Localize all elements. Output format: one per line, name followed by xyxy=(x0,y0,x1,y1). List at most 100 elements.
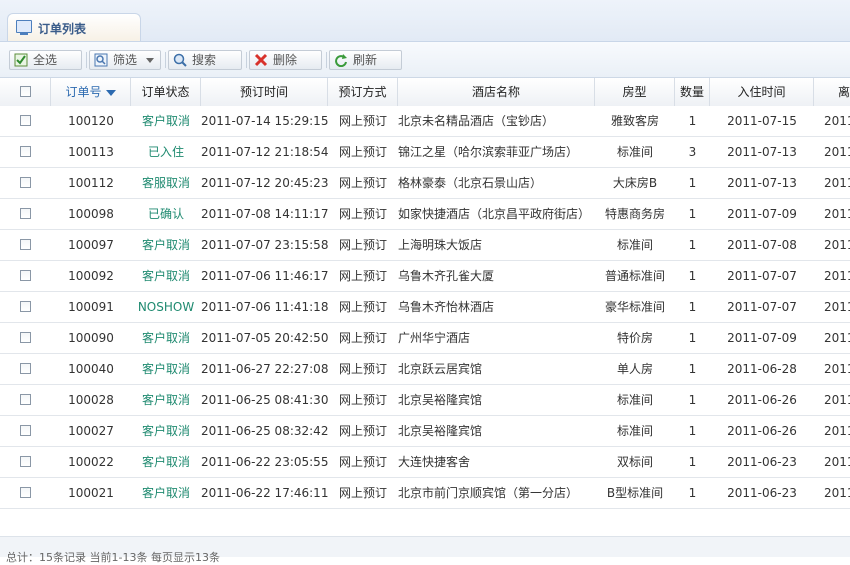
cell-room: 雅致客房 xyxy=(610,114,659,128)
table-row[interactable]: 100028 客户取消 2011-06-25 08:41:30 网上预订 北京吴裕隆宾馆… xyxy=(0,385,850,416)
row-checkbox[interactable] xyxy=(20,208,31,219)
refresh-button[interactable]: 刷新 xyxy=(329,50,402,70)
cell-hotel: 乌鲁木齐怡林酒店 xyxy=(398,300,495,314)
cell-room: 单人房 xyxy=(616,362,653,376)
table-row[interactable]: 100021 客户取消 2011-06-22 17:46:11 网上预订 北京市前门京顺… xyxy=(0,478,850,509)
select-all-checkbox[interactable] xyxy=(20,86,31,97)
delete-label: 删除 xyxy=(273,53,298,67)
cell-booked-time: 2011-07-07 23:15:58 xyxy=(201,238,328,252)
table-header: 订单号 订单状态 预订时间 预订方式 酒店名称 房型 数量 入住时间 离 xyxy=(0,78,850,107)
cell-status: 客户取消 xyxy=(141,393,190,407)
cell-qty: 1 xyxy=(688,269,697,283)
header-status[interactable]: 订单状态 xyxy=(131,78,201,106)
table-row[interactable]: 100090 客户取消 2011-07-05 20:42:50 网上预订 广州华宁酒店 特… xyxy=(0,323,850,354)
cell-hotel: 大连快捷客舍 xyxy=(398,455,471,469)
pagination-summary: 总计：15条记录 当前1-13条 每页显示13条 xyxy=(6,551,220,564)
tab-order-list[interactable]: 订单列表 xyxy=(7,13,141,41)
table-row[interactable]: 100092 客户取消 2011-07-06 11:46:17 网上预订 乌鲁木齐孔雀大… xyxy=(0,261,850,292)
search-icon xyxy=(173,53,187,67)
table-row[interactable]: 100097 客户取消 2011-07-07 23:15:58 网上预订 上海明珠大饭店… xyxy=(0,230,850,261)
cell-hotel: 上海明珠大饭店 xyxy=(398,238,483,252)
cell-checkout: 2011 xyxy=(824,393,850,407)
cell-method: 网上预订 xyxy=(338,424,387,438)
cell-method: 网上预订 xyxy=(338,455,387,469)
cell-qty: 1 xyxy=(688,238,697,252)
filter-button[interactable]: 筛选 xyxy=(89,50,161,70)
header-order-id[interactable]: 订单号 xyxy=(51,78,131,106)
cell-hotel: 锦江之星（哈尔滨索菲亚广场店） xyxy=(398,145,579,159)
cell-method: 网上预订 xyxy=(338,486,387,500)
row-checkbox[interactable] xyxy=(20,301,31,312)
list-window-icon xyxy=(16,20,32,35)
cell-checkin: 2011-06-26 xyxy=(727,424,797,438)
row-checkbox[interactable] xyxy=(20,363,31,374)
row-checkbox[interactable] xyxy=(20,270,31,281)
cell-room: 双标间 xyxy=(616,455,653,469)
cell-order-id: 100112 xyxy=(68,176,114,190)
table-row[interactable]: 100022 客户取消 2011-06-22 23:05:55 网上预订 大连快捷客舍 双… xyxy=(0,447,850,478)
sort-desc-icon xyxy=(105,89,116,96)
cell-room: 特价房 xyxy=(616,331,653,345)
table-row[interactable]: 100098 已确认 2011-07-08 14:11:17 网上预订 如家快捷酒店（北… xyxy=(0,199,850,230)
cell-order-id: 100027 xyxy=(68,424,114,438)
cell-hotel: 如家快捷酒店（北京昌平政府街店） xyxy=(398,207,591,221)
header-checkin[interactable]: 入住时间 xyxy=(710,78,814,106)
cell-checkout: 2011 xyxy=(824,176,850,190)
header-booked-time[interactable]: 预订时间 xyxy=(201,78,328,106)
cell-hotel: 北京吴裕隆宾馆 xyxy=(398,393,483,407)
cell-hotel: 北京吴裕隆宾馆 xyxy=(398,424,483,438)
cell-status: NOSHOW xyxy=(137,300,195,314)
header-select-cell xyxy=(0,78,51,106)
cell-checkin: 2011-07-09 xyxy=(727,331,797,345)
row-checkbox[interactable] xyxy=(20,394,31,405)
row-checkbox[interactable] xyxy=(20,332,31,343)
cell-checkin: 2011-07-13 xyxy=(727,176,797,190)
row-checkbox[interactable] xyxy=(20,115,31,126)
cell-room: 普通标准间 xyxy=(604,269,665,283)
cell-checkin: 2011-07-08 xyxy=(727,238,797,252)
row-checkbox[interactable] xyxy=(20,146,31,157)
toolbar-divider xyxy=(86,52,87,68)
header-method[interactable]: 预订方式 xyxy=(328,78,398,106)
search-button[interactable]: 搜索 xyxy=(168,50,242,70)
select-all-button[interactable]: 全选 xyxy=(9,50,82,70)
header-qty[interactable]: 数量 xyxy=(675,78,710,106)
delete-button[interactable]: 删除 xyxy=(249,50,322,70)
cell-checkout: 2011 xyxy=(824,238,850,252)
cell-booked-time: 2011-06-22 17:46:11 xyxy=(201,486,328,500)
cell-status: 客户取消 xyxy=(141,424,190,438)
table-row[interactable]: 100027 客户取消 2011-06-25 08:32:42 网上预订 北京吴裕隆宾馆… xyxy=(0,416,850,447)
cell-hotel: 北京跃云居宾馆 xyxy=(398,362,483,376)
cell-status: 客户取消 xyxy=(141,362,190,376)
table-row[interactable]: 100112 客服取消 2011-07-12 20:45:23 网上预订 格林豪泰（北京… xyxy=(0,168,850,199)
cell-checkout: 2011 xyxy=(824,207,850,221)
cell-checkin: 2011-07-09 xyxy=(727,207,797,221)
row-checkbox[interactable] xyxy=(20,239,31,250)
row-checkbox[interactable] xyxy=(20,177,31,188)
cell-qty: 1 xyxy=(688,300,697,314)
header-hotel[interactable]: 酒店名称 xyxy=(398,78,595,106)
cell-qty: 1 xyxy=(688,424,697,438)
toolbar-divider xyxy=(165,52,166,68)
cell-method: 网上预订 xyxy=(338,300,387,314)
cell-room: 标准间 xyxy=(616,424,653,438)
table-row[interactable]: 100113 已入住 2011-07-12 21:18:54 网上预订 锦江之星（哈尔滨… xyxy=(0,137,850,168)
cell-method: 网上预订 xyxy=(338,362,387,376)
table-row[interactable]: 100040 客户取消 2011-06-27 22:27:08 网上预订 北京跃云居宾馆… xyxy=(0,354,850,385)
delete-x-icon xyxy=(254,53,268,67)
row-checkbox[interactable] xyxy=(20,425,31,436)
cell-order-id: 100120 xyxy=(68,114,114,128)
cell-qty: 1 xyxy=(688,362,697,376)
row-checkbox[interactable] xyxy=(20,456,31,467)
row-checkbox[interactable] xyxy=(20,487,31,498)
cell-hotel: 格林豪泰（北京石景山店） xyxy=(398,176,543,190)
tab-bar: 订单列表 xyxy=(0,0,850,42)
table-row[interactable]: 100091 NOSHOW 2011-07-06 11:41:18 网上预订 乌鲁木齐怡… xyxy=(0,292,850,323)
table-row[interactable]: 100120 客户取消 2011-07-14 15:29:15 网上预订 北京未名精品酒… xyxy=(0,106,850,137)
cell-checkout: 2011 xyxy=(824,114,850,128)
header-checkout[interactable]: 离 xyxy=(814,78,850,106)
cell-qty: 1 xyxy=(688,176,697,190)
cell-order-id: 100091 xyxy=(68,300,114,314)
cell-booked-time: 2011-06-25 08:41:30 xyxy=(201,393,328,407)
header-room[interactable]: 房型 xyxy=(595,78,675,106)
